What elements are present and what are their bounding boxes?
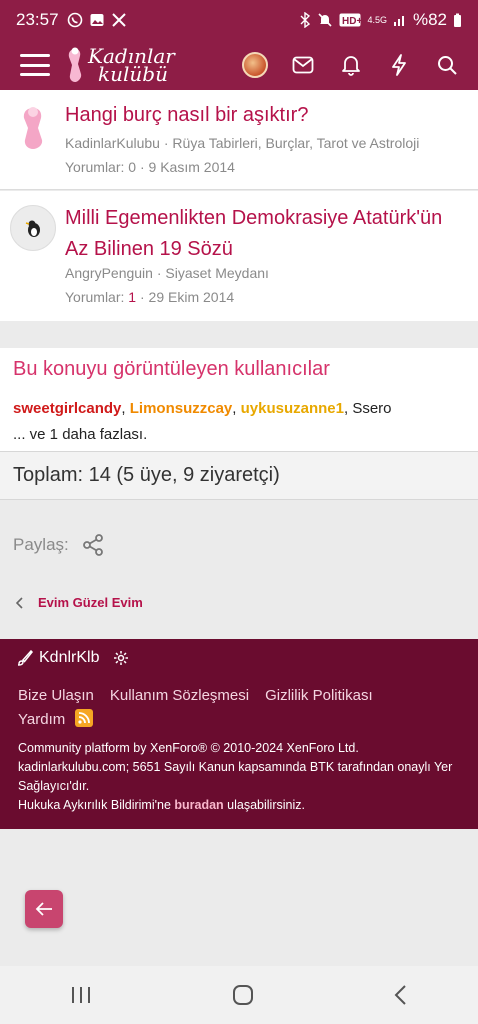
thread-forum[interactable]: Siyaset Meydanı bbox=[165, 265, 269, 281]
thread-list-item[interactable]: Milli Egemenlikten Demokrasiye Atatürk'ü… bbox=[0, 191, 478, 321]
menu-icon[interactable] bbox=[20, 54, 50, 76]
back-button[interactable] bbox=[25, 890, 63, 928]
viewer-username[interactable]: sweetgirlcandy bbox=[13, 400, 121, 417]
site-logo[interactable]: Kadınlar kulübü bbox=[64, 45, 175, 85]
thread-title[interactable]: Milli Egemenlikten Demokrasiye Atatürk'ü… bbox=[65, 203, 466, 265]
logo-figure-icon bbox=[68, 47, 82, 82]
lightning-icon[interactable] bbox=[386, 52, 412, 78]
user-avatar[interactable] bbox=[242, 52, 268, 78]
breadcrumb[interactable]: Evim Güzel Evim bbox=[16, 595, 143, 610]
bell-icon[interactable] bbox=[338, 52, 364, 78]
provider-text: kadinlarkulubu.com; 5651 Sayılı Kanun ka… bbox=[18, 760, 453, 793]
reply-count: 0 bbox=[128, 159, 137, 175]
site-footer: KdnlrKlb Bize Ulaşın Kullanım Sözleşmesi G… bbox=[0, 639, 478, 829]
footer-link-contact[interactable]: Bize Ulaşın bbox=[18, 687, 94, 704]
viewers-heading: Bu konuyu görüntüleyen kullanıcılar bbox=[13, 358, 330, 380]
thread-author[interactable]: KadinlarKulubu bbox=[65, 135, 160, 151]
replies-label: Yorumlar: bbox=[65, 289, 125, 305]
thread-list-item[interactable]: Hangi burç nasıl bir aşıktır? KadinlarKu… bbox=[0, 90, 478, 190]
viewers-total: Toplam: 14 (5 üye, 9 ziyaretçi) bbox=[13, 464, 280, 486]
hd-icon: HD+ bbox=[339, 13, 361, 27]
reply-count[interactable]: 1 bbox=[128, 289, 136, 305]
rss-icon[interactable] bbox=[75, 709, 94, 727]
status-system-icons: HD+ 4.5G %82 bbox=[299, 10, 462, 30]
share-label: Paylaş: bbox=[13, 535, 69, 554]
network-type: 4.5G bbox=[367, 15, 387, 25]
thread-author[interactable]: AngryPenguin bbox=[65, 265, 153, 281]
viewer-username[interactable]: uykusuzanne1 bbox=[241, 400, 344, 417]
thread-date: 9 Kasım 2014 bbox=[148, 159, 235, 175]
thread-author-forum: AngryPenguin · Siyaset Meydanı bbox=[65, 265, 269, 281]
recent-apps-icon[interactable] bbox=[69, 984, 93, 1006]
thread-author-forum: KadinlarKulubu · Rüya Tabirleri, Burçlar… bbox=[65, 135, 420, 151]
legal-notice-link[interactable]: buradan bbox=[174, 798, 223, 812]
viewer-username[interactable]: Limonsuzzcay bbox=[130, 400, 233, 417]
status-time: 23:57 bbox=[16, 10, 59, 29]
signal-icon bbox=[393, 16, 404, 26]
paintbrush-icon[interactable] bbox=[17, 650, 33, 666]
thread-date: 29 Ekim 2014 bbox=[148, 289, 235, 305]
viewers-list: sweetgirlcandy, Limonsuzzcay, uykusuzann… bbox=[13, 400, 392, 417]
viewer-username[interactable]: Ssero bbox=[352, 400, 391, 417]
breadcrumb-link[interactable]: Evim Güzel Evim bbox=[38, 595, 143, 610]
thread-viewers-block: Bu konuyu görüntüleyen kullanıcılar swee… bbox=[0, 348, 478, 452]
system-navigation-bar bbox=[0, 966, 478, 1024]
mute-icon bbox=[318, 13, 333, 27]
footer-links: Bize Ulaşın Kullanım Sözleşmesi Gizlilik P… bbox=[18, 684, 462, 732]
thread-author-avatar[interactable] bbox=[10, 205, 56, 251]
footer-link-privacy[interactable]: Gizlilik Politikası bbox=[265, 687, 373, 704]
battery-level: %82 bbox=[412, 10, 447, 29]
gear-icon[interactable] bbox=[113, 650, 129, 666]
replies-label: Yorumlar: bbox=[65, 159, 125, 175]
footer-link-help[interactable]: Yardım bbox=[18, 711, 65, 728]
back-nav-icon[interactable] bbox=[393, 984, 409, 1006]
battery-icon bbox=[454, 13, 461, 27]
arrow-left-icon bbox=[35, 902, 52, 916]
legal-notice: Hukuka Aykırılık Bildirimi'ne buradan ul… bbox=[18, 798, 305, 812]
thread-title[interactable]: Hangi burç nasıl bir aşıktır? bbox=[65, 100, 466, 131]
thread-author-avatar[interactable] bbox=[10, 104, 56, 150]
thread-stats: Yorumlar: 1 · 29 Ekim 2014 bbox=[65, 289, 235, 305]
home-icon[interactable] bbox=[231, 983, 255, 1007]
share-icon[interactable] bbox=[81, 533, 105, 557]
thread-forum[interactable]: Rüya Tabirleri, Burçlar, Tarot ve Astrol… bbox=[172, 135, 419, 151]
footer-brand: KdnlrKlb bbox=[17, 649, 129, 667]
status-notification-icons bbox=[67, 12, 127, 28]
status-bar: 23:57 HD+ 4.5G %82 bbox=[0, 0, 478, 40]
footer-legal: Community platform by XenForo® © 2010-20… bbox=[18, 739, 464, 815]
thread-stats: Yorumlar: 0 · 9 Kasım 2014 bbox=[65, 159, 235, 175]
logo-line2: kulübü bbox=[98, 62, 168, 86]
footer-link-terms[interactable]: Kullanım Sözleşmesi bbox=[110, 687, 249, 704]
inbox-icon[interactable] bbox=[290, 52, 316, 78]
chevron-left-icon bbox=[16, 596, 23, 609]
bluetooth-icon bbox=[300, 12, 311, 28]
search-icon[interactable] bbox=[434, 52, 460, 78]
viewers-more: ... ve 1 daha fazlası. bbox=[13, 426, 148, 443]
whatsapp-icon bbox=[67, 12, 82, 28]
app-header: Kadınlar kulübü bbox=[0, 40, 478, 90]
svg-text:HD+: HD+ bbox=[342, 16, 361, 27]
x-icon bbox=[111, 13, 126, 27]
share-row: Paylaş: bbox=[13, 533, 105, 557]
gallery-icon bbox=[90, 14, 104, 26]
footer-style-chooser[interactable]: KdnlrKlb bbox=[39, 649, 99, 667]
viewers-total-bar: Toplam: 14 (5 üye, 9 ziyaretçi) bbox=[0, 452, 478, 500]
copyright-text: Community platform by XenForo® © 2010-20… bbox=[18, 741, 359, 755]
